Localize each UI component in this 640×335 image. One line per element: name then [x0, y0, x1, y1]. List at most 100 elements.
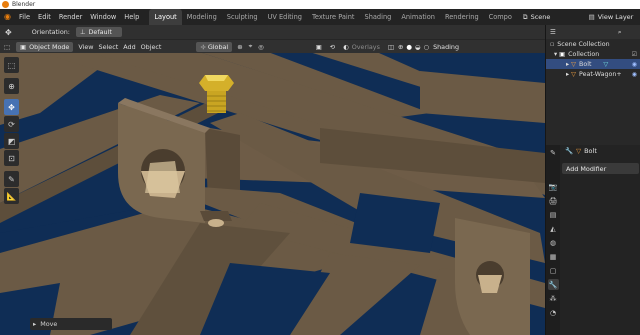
- eye-icon[interactable]: ◉: [632, 61, 637, 68]
- tool-tab-icon[interactable]: ✎: [548, 147, 559, 158]
- tab-sculpting[interactable]: Sculpting: [222, 9, 263, 25]
- transform-tool-icon[interactable]: ⊡: [4, 150, 19, 166]
- global-orientation-icon: ⊹: [200, 42, 206, 51]
- shading-label[interactable]: Shading: [433, 43, 459, 51]
- collection-icon: ▫: [550, 40, 555, 48]
- shading-wireframe-icon[interactable]: ⊕: [398, 43, 403, 51]
- shading-solid-icon[interactable]: ●: [406, 43, 412, 51]
- scene-tab-icon[interactable]: ◭: [548, 223, 559, 234]
- blender-logo-icon: [2, 1, 9, 8]
- menu-select[interactable]: Select: [99, 43, 119, 51]
- menu-window[interactable]: Window: [86, 9, 120, 25]
- tab-compositing[interactable]: Compo: [484, 9, 517, 25]
- tab-rendering[interactable]: Rendering: [440, 9, 484, 25]
- particles-tab-icon[interactable]: ⁂: [548, 293, 559, 304]
- filter-icon[interactable]: ⌕: [618, 28, 622, 37]
- expand-icon: ▾: [554, 50, 558, 58]
- shading-rendered-icon[interactable]: ○: [423, 43, 429, 51]
- axis-icon: ⊥: [79, 28, 86, 36]
- expand-icon: ▸: [566, 60, 570, 68]
- collection-box-icon: ▣: [559, 50, 566, 58]
- mode-dropdown[interactable]: ▣ Object Mode: [16, 41, 74, 52]
- measure-tool-icon[interactable]: 📐: [4, 188, 19, 204]
- physics-tab-icon[interactable]: ◔: [548, 307, 559, 318]
- shading-material-icon[interactable]: ◒: [415, 43, 421, 51]
- proportional-edit-icon[interactable]: ◎: [258, 43, 264, 51]
- view-layer-tab-icon[interactable]: ▤: [548, 209, 559, 220]
- window-title-bar: Blender: [0, 0, 640, 9]
- object-name-row: 🔧 ▽ Bolt: [562, 145, 640, 157]
- view-layer-selector[interactable]: View Layer: [598, 13, 634, 21]
- world-tab-icon[interactable]: ◍: [548, 237, 559, 248]
- properties-content: 🔧 ▽ Bolt Add Modifier: [562, 145, 640, 174]
- chevron-right-icon: ▸: [33, 320, 37, 328]
- transform-tool-icon[interactable]: ✥: [5, 28, 12, 37]
- collection-tab-icon[interactable]: ▦: [548, 251, 559, 262]
- overlays-icon[interactable]: ◐: [343, 43, 349, 51]
- orientation-dropdown[interactable]: ⊥ Default: [75, 27, 122, 37]
- viewport-header: ⬚ ▣ Object Mode View Select Add Object ⊹…: [0, 39, 545, 53]
- output-tab-icon[interactable]: 🖨: [548, 195, 559, 206]
- tab-shading[interactable]: Shading: [360, 9, 397, 25]
- menu-object[interactable]: Object: [141, 43, 162, 51]
- mode-label: Object Mode: [29, 42, 70, 51]
- rotate-tool-icon[interactable]: ⟳: [4, 116, 19, 132]
- collection-label: Collection: [568, 50, 600, 58]
- outliner-item-peat-wagon[interactable]: ▸ ▽ Peat-Wagon+ ◉: [546, 69, 640, 79]
- expand-icon: ▸: [566, 70, 570, 78]
- pivot-icon[interactable]: ⊛: [237, 43, 242, 51]
- properties-tabs: ✎ 📷 🖨 ▤ ◭ ◍ ▦ ▢ 🔧 ⁂ ◔: [546, 145, 560, 335]
- outliner-collection[interactable]: ▾ ▣ Collection ☑: [546, 49, 640, 59]
- add-modifier-label: Add Modifier: [566, 164, 607, 173]
- menu-render[interactable]: Render: [55, 9, 86, 25]
- 3d-viewport[interactable]: [0, 53, 545, 335]
- render-tab-icon[interactable]: 📷: [548, 181, 559, 192]
- snap-icon[interactable]: ⌖: [249, 42, 253, 51]
- top-bar: ◉ File Edit Render Window Help Layout Mo…: [0, 9, 640, 25]
- scene-icon: ⧉: [522, 12, 528, 21]
- tab-layout[interactable]: Layout: [149, 9, 182, 25]
- object-tab-icon[interactable]: ▢: [548, 265, 559, 276]
- annotate-tool-icon[interactable]: ✎: [4, 171, 19, 187]
- outliner-item-label: Bolt: [579, 60, 592, 68]
- collection-checkbox-icon[interactable]: ☑: [632, 51, 637, 58]
- outliner-editor-icon[interactable]: ☰: [550, 28, 556, 36]
- visibility-icon[interactable]: ▣: [316, 43, 322, 51]
- transform-orientation-dropdown[interactable]: ⊹ Global: [196, 41, 233, 52]
- cursor-tool-icon[interactable]: ⊕: [4, 78, 19, 94]
- tool-settings-header: ✥ Orientation: ⊥ Default: [0, 25, 545, 39]
- operator-label: Move: [40, 320, 58, 328]
- operator-panel[interactable]: ▸ Move: [30, 318, 112, 330]
- tab-texture-paint[interactable]: Texture Paint: [307, 9, 360, 25]
- scene-selector[interactable]: Scene: [531, 13, 581, 21]
- outliner-scene-collection[interactable]: ▫ Scene Collection: [546, 39, 640, 49]
- scene-render: [0, 53, 545, 335]
- editor-type-icon[interactable]: ⬚: [4, 43, 10, 51]
- object-type-icon: ▽: [576, 147, 582, 155]
- tab-uv-editing[interactable]: UV Editing: [263, 9, 307, 25]
- overlays-label[interactable]: Overlays: [352, 43, 380, 51]
- menu-view[interactable]: View: [78, 43, 93, 51]
- add-modifier-button[interactable]: Add Modifier: [562, 163, 639, 174]
- object-mode-icon: ▣: [20, 42, 27, 51]
- eye-icon[interactable]: ◉: [632, 71, 637, 78]
- xray-icon[interactable]: ◫: [388, 43, 394, 51]
- gizmo-icon[interactable]: ⟲: [330, 43, 335, 51]
- outliner-item-label: Peat-Wagon+: [579, 70, 622, 78]
- scale-tool-icon[interactable]: ◩: [4, 133, 19, 149]
- menu-add[interactable]: Add: [123, 43, 135, 51]
- orientation-label: Orientation:: [31, 28, 70, 36]
- modifier-tab-icon[interactable]: 🔧: [547, 279, 559, 290]
- menu-file[interactable]: File: [15, 9, 34, 25]
- object-name: Bolt: [584, 147, 597, 155]
- wrench-icon: 🔧: [565, 147, 574, 155]
- menu-edit[interactable]: Edit: [34, 9, 55, 25]
- tab-animation[interactable]: Animation: [396, 9, 440, 25]
- select-box-tool-icon[interactable]: ⬚: [4, 57, 19, 73]
- blender-menu-icon[interactable]: ◉: [0, 9, 15, 25]
- menu-help[interactable]: Help: [120, 9, 143, 25]
- outliner-item-bolt[interactable]: ▸ ▽ Bolt ▽ ◉: [546, 59, 640, 69]
- tab-modeling[interactable]: Modeling: [182, 9, 222, 25]
- move-tool-icon[interactable]: ✥: [4, 99, 19, 115]
- transform-orientation-label: Global: [207, 42, 229, 51]
